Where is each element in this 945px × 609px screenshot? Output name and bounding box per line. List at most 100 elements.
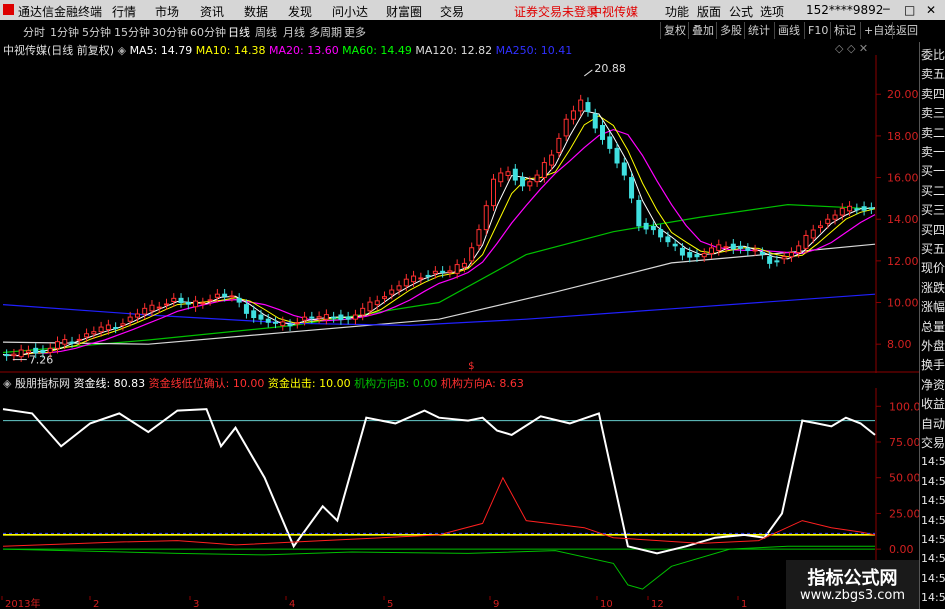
sidebar-item[interactable]: 外盘 [921,337,945,355]
watermark-box: 指标公式网 www.zbgs3.com [786,560,919,609]
sidebar-item[interactable]: 14:56 [921,453,945,471]
chart-diamond-icons[interactable]: ◇ ◇ ✕ [835,42,868,55]
btn-back[interactable]: 返回 [892,22,921,39]
user-account[interactable]: 152****9892 [806,3,883,17]
sidebar-item[interactable]: 14:56 [921,512,945,530]
close-icon[interactable]: ✕ [926,3,936,17]
period-multi[interactable]: 多周期 [309,24,342,40]
ind-tick-label: 50.00 [889,472,919,485]
trade-login-notice[interactable]: 证券交易未登录 [514,3,598,20]
sidebar-item[interactable]: 14:56 [921,473,945,491]
sidebar-item[interactable]: 买三 [921,201,945,219]
x-tick-label: 1 [741,599,747,609]
sidebar-item[interactable]: 总量 [921,318,945,336]
sidebar-item[interactable]: 涨跌 [921,279,945,297]
maximize-icon[interactable]: □ [904,3,915,17]
sidebar-item[interactable]: 卖二 [921,124,945,142]
y-tick-label: 12.00 [887,255,919,268]
y-tick-label: 10.00 [887,297,919,310]
period-15min[interactable]: 15分钟 [114,24,150,40]
sidebar-item[interactable]: 买四 [921,221,945,239]
sidebar-item[interactable]: 14:56 [921,550,945,568]
btn-huaxian[interactable]: 画线 [774,22,803,39]
candle-body [193,300,199,308]
menu-gongshi[interactable]: 公式 [729,3,753,20]
sidebar-item[interactable]: 买五 [921,240,945,258]
x-axis-bg [0,596,919,609]
menu-banmian[interactable]: 版面 [697,3,721,20]
y-tick-label: 14.00 [887,213,919,226]
menu-hangqing[interactable]: 行情 [112,3,136,20]
period-60min[interactable]: 60分钟 [190,24,226,40]
event-marker[interactable]: $ [468,361,474,372]
period-weekly[interactable]: 周线 [255,24,277,40]
sidebar-item[interactable]: 净资 [921,376,945,394]
sidebar-item[interactable]: 换手 [921,356,945,374]
candle-body [607,136,613,149]
period-5min[interactable]: 5分钟 [82,24,111,40]
sidebar-item[interactable]: 买二 [921,182,945,200]
main-price-chart[interactable]: 20.00 18.00 16.00 14.00 12.00 10.00 8.00 20.88 7… [0,55,919,373]
candle-body [541,162,547,179]
sidebar-item[interactable]: 委比 [921,46,945,64]
candle-body [149,304,155,312]
candle-body [265,318,271,323]
btn-biaoji[interactable]: 标记 [830,22,859,39]
candle-body [476,229,482,246]
period-monthly[interactable]: 月线 [283,24,305,40]
period-1min[interactable]: 1分钟 [50,24,79,40]
sidebar-item[interactable]: 卖五 [921,65,945,83]
candle-body [309,316,315,319]
minimize-icon[interactable]: ─ [883,3,890,16]
btn-diejia[interactable]: 叠加 [688,22,717,39]
btn-f10[interactable]: F10 [804,22,831,39]
btn-tongji[interactable]: 统计 [744,22,773,39]
candle-body [832,214,838,220]
candle-body [331,316,337,319]
sidebar-item[interactable]: 14:56 [921,492,945,510]
candle-body [483,205,489,231]
sidebar-item[interactable]: 卖四 [921,85,945,103]
candle-body [723,246,729,249]
period-fenshi[interactable]: 分时 [23,24,45,40]
menu-zixun[interactable]: 资讯 [200,3,224,20]
sidebar-item[interactable]: 14:56 [921,589,945,607]
candle-body [788,252,794,258]
indicator-chart[interactable]: 100.0 75.00 50.00 25.00 0.00 [0,388,919,596]
candle-body [767,256,773,264]
menu-caifuquan[interactable]: 财富圈 [386,3,422,20]
candle-body [403,278,409,287]
sidebar-item[interactable]: 现价 [921,259,945,277]
sidebar-item[interactable]: 交易 [921,434,945,452]
top-menu-bar: 通达信金融终端 行情 市场 资讯 数据 发现 问小达 财富圈 交易 证券交易未登… [0,0,945,20]
menu-wenxiaoda[interactable]: 问小达 [332,3,368,20]
menu-jiaoyi[interactable]: 交易 [440,3,464,20]
sidebar-item[interactable]: 14:56 [921,531,945,549]
menu-shuju[interactable]: 数据 [244,3,268,20]
candle-body [440,270,446,273]
candle-body [745,247,751,251]
menu-gongneng[interactable]: 功能 [665,3,689,20]
sidebar-item[interactable]: 收益 [921,395,945,413]
menu-xuanxiang[interactable]: 选项 [760,3,784,20]
sidebar-item[interactable]: 买一 [921,162,945,180]
period-daily[interactable]: 日线 [228,24,250,40]
sidebar-item[interactable]: 自动 [921,415,945,433]
sidebar-item[interactable]: 14:56 [921,570,945,588]
btn-fuquan[interactable]: 复权 [660,22,689,39]
candle-body [171,297,177,302]
period-more[interactable]: 更多 [344,24,366,40]
candle-body [701,253,707,258]
sidebar-item[interactable]: 卖三 [921,104,945,122]
sidebar-item[interactable]: 卖一 [921,143,945,161]
ind-series-line [2,408,876,555]
candle-body [694,254,700,258]
period-30min[interactable]: 30分钟 [152,24,188,40]
menu-shichang[interactable]: 市场 [155,3,179,20]
menu-faxian[interactable]: 发现 [288,3,312,20]
btn-duogu[interactable]: 多股 [716,22,745,39]
candle-body [665,236,671,243]
sidebar-item[interactable]: 涨幅 [921,298,945,316]
candle-body [76,338,82,341]
ind-tick-label: 25.00 [889,507,919,520]
